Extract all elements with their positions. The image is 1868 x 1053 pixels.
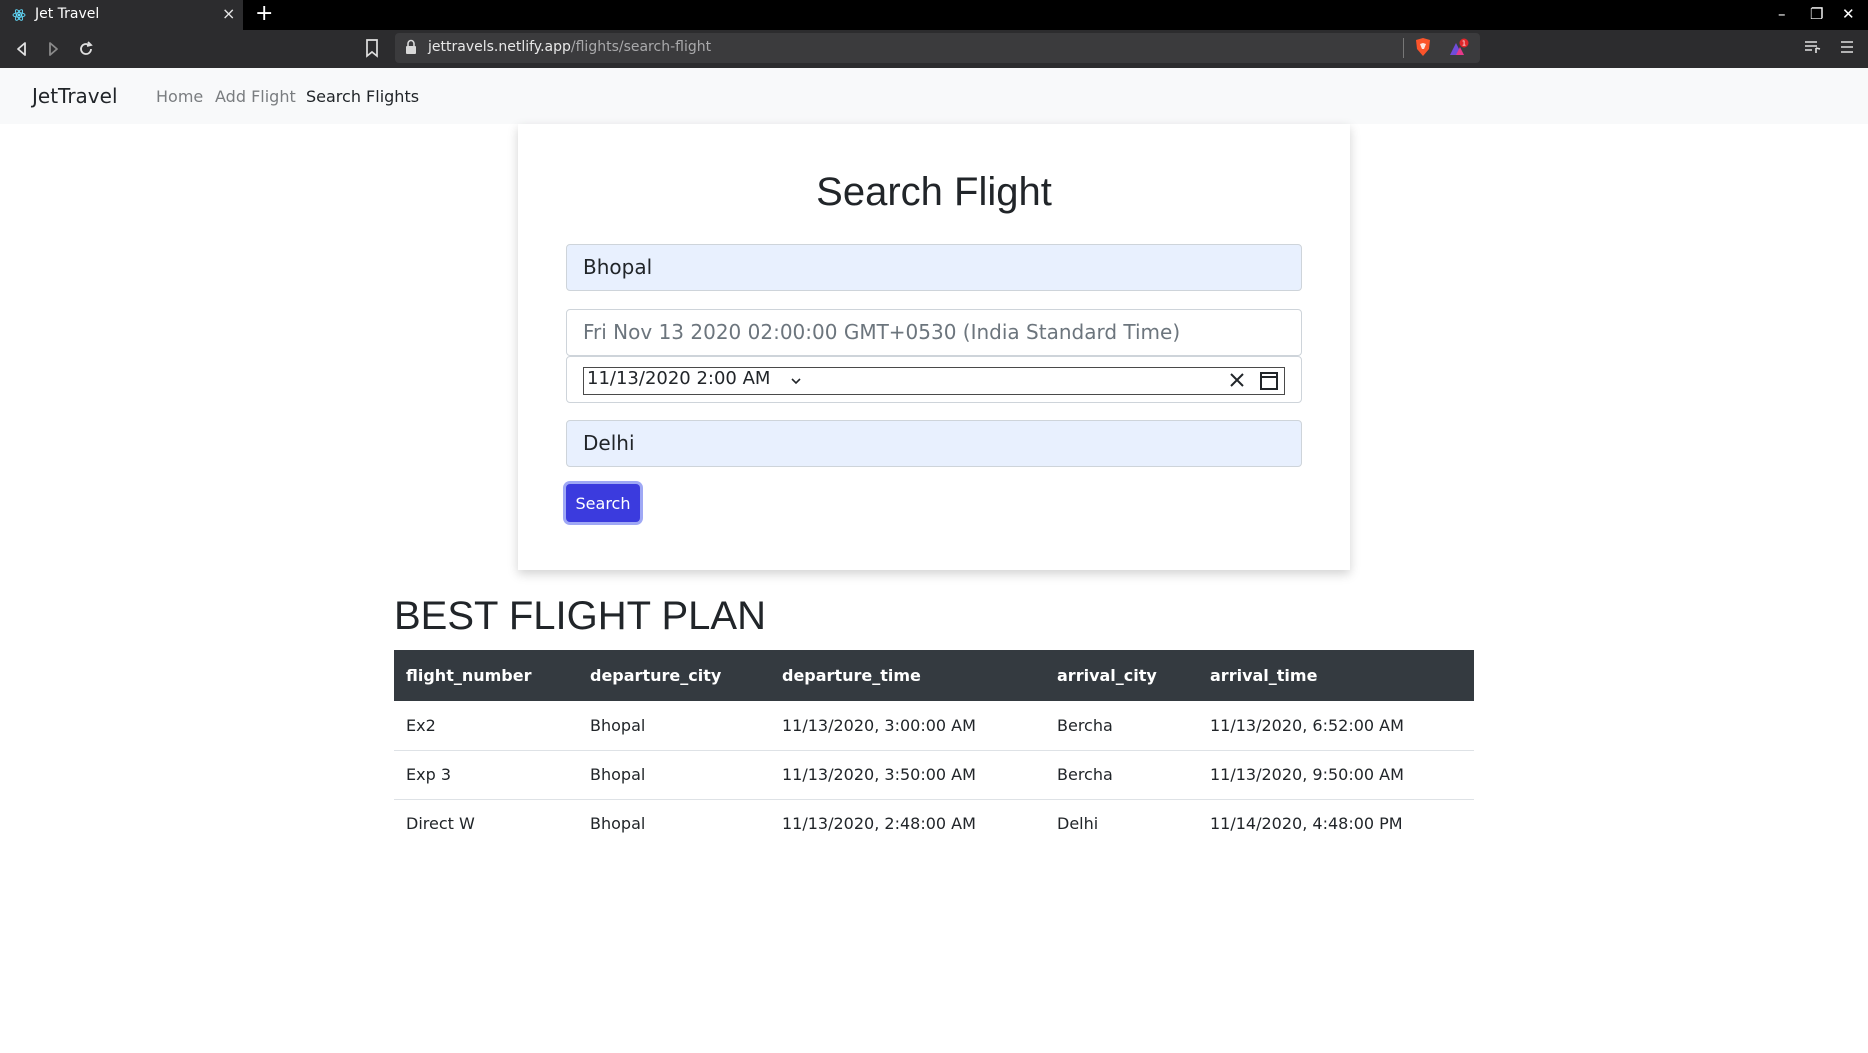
results-table: flight_number departure_city departure_t…: [394, 650, 1474, 848]
column-header-departure-time: departure_time: [770, 650, 1045, 701]
cell-flight-number: Ex2: [394, 701, 578, 751]
tab-title: Jet Travel: [35, 6, 100, 22]
media-queue-icon[interactable]: [1804, 39, 1822, 55]
nav-link-home[interactable]: Home: [156, 87, 203, 106]
table-row: Ex2 Bhopal 11/13/2020, 3:00:00 AM Bercha…: [394, 701, 1474, 751]
cell-departure-city: Bhopal: [578, 701, 770, 751]
arrival-city-input[interactable]: Delhi: [566, 420, 1302, 467]
minimize-icon[interactable]: –: [1778, 5, 1786, 23]
cell-flight-number: Direct W: [406, 814, 475, 834]
browser-tab[interactable]: Jet Travel ×: [0, 0, 243, 30]
table-row: Exp 3 Bhopal 11/13/2020, 3:50:00 AM Berc…: [394, 750, 1474, 800]
results-title: BEST FLIGHT PLAN: [394, 594, 766, 638]
column-header-arrival-time: arrival_time: [1198, 650, 1474, 701]
lock-icon: [406, 39, 416, 54]
new-tab-icon[interactable]: +: [255, 2, 273, 26]
bookmark-icon[interactable]: [364, 38, 380, 58]
url-text[interactable]: jettravels.netlify.app/flights/search-fl…: [428, 39, 711, 55]
url-path: /flights/search-flight: [570, 39, 712, 55]
search-button[interactable]: Search: [566, 484, 640, 522]
brave-rewards-icon[interactable]: 1: [1447, 38, 1469, 58]
departure-city-input[interactable]: Bhopal: [566, 244, 1302, 291]
back-icon[interactable]: [12, 39, 32, 59]
table-row: Direct W Bhopal 11/13/2020, 2:48:00 AM D…: [394, 799, 1474, 848]
cell-arrival-time: 11/13/2020, 6:52:00 AM: [1198, 701, 1474, 751]
column-header-departure-city: departure_city: [578, 650, 770, 701]
react-icon: [12, 9, 26, 21]
nav-link-add-flight[interactable]: Add Flight: [215, 87, 296, 106]
clear-icon[interactable]: [1228, 369, 1246, 391]
cell-flight-number: Exp 3: [394, 750, 578, 800]
nav-link-search-flights[interactable]: Search Flights: [306, 87, 419, 106]
reload-icon[interactable]: [76, 39, 96, 59]
calendar-icon[interactable]: [1259, 369, 1279, 391]
cell-departure-time: 11/13/2020, 3:00:00 AM: [770, 701, 1045, 751]
brave-shield-icon[interactable]: [1414, 37, 1432, 57]
cell-arrival-city: Bercha: [1045, 750, 1198, 800]
cell-departure-city: Bhopal: [590, 814, 646, 834]
forward-icon[interactable]: [43, 39, 63, 59]
column-header-arrival-city: arrival_city: [1045, 650, 1198, 701]
table-header-row: flight_number departure_city departure_t…: [394, 650, 1474, 701]
browser-tab-bar: Jet Travel × + – ❐ ✕: [0, 0, 1868, 30]
chevron-down-icon[interactable]: [791, 376, 801, 386]
brand-logo[interactable]: JetTravel: [32, 84, 118, 108]
cell-departure-time: 11/13/2020, 2:48:00 AM: [782, 814, 976, 834]
restore-icon[interactable]: ❐: [1810, 5, 1823, 23]
cell-arrival-time: 11/13/2020, 9:50:00 AM: [1198, 750, 1474, 800]
hamburger-menu-icon[interactable]: [1839, 39, 1855, 55]
column-header-flight-number: flight_number: [394, 650, 578, 701]
address-bar-divider: [1403, 38, 1404, 58]
cell-arrival-time: 11/14/2020, 4:48:00 PM: [1210, 814, 1403, 834]
search-form-title: Search Flight: [816, 170, 1052, 214]
rewards-badge: 1: [1462, 40, 1466, 48]
cell-arrival-city: Bercha: [1045, 701, 1198, 751]
cell-arrival-city: Delhi: [1057, 814, 1099, 834]
cell-departure-city: Bhopal: [578, 750, 770, 800]
departure-date-display[interactable]: Fri Nov 13 2020 02:00:00 GMT+0530 (India…: [566, 309, 1302, 356]
datetime-value[interactable]: 11/13/2020 2:00 AM: [587, 368, 770, 389]
window-close-icon[interactable]: ✕: [1842, 5, 1855, 23]
url-host: jettravels.netlify.app: [428, 39, 571, 55]
cell-departure-time: 11/13/2020, 3:50:00 AM: [770, 750, 1045, 800]
tab-close-icon[interactable]: ×: [222, 4, 235, 23]
